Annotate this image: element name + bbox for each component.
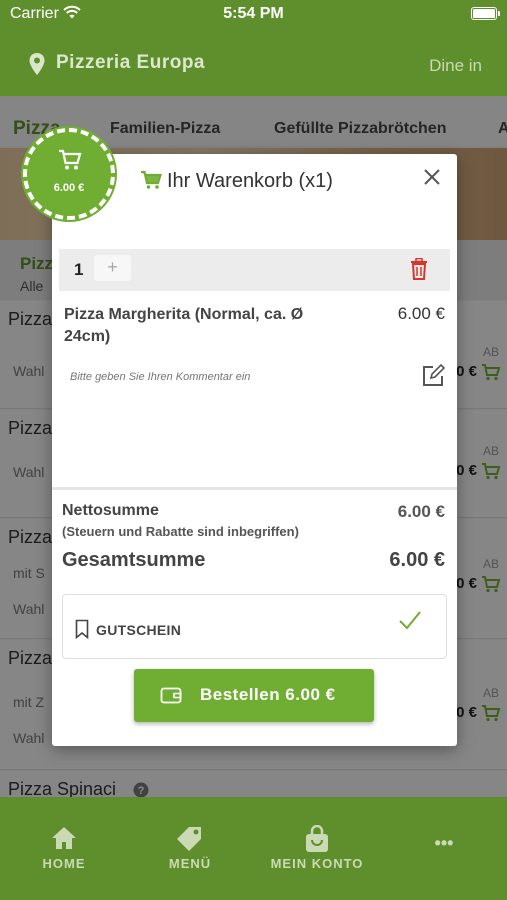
battery-icon — [471, 7, 500, 20]
increase-quantity-button[interactable]: + — [94, 255, 131, 281]
close-icon[interactable] — [421, 166, 443, 188]
edit-icon[interactable] — [421, 364, 445, 388]
app-header: Pizzeria Europa Dine in — [0, 30, 507, 96]
check-icon[interactable] — [398, 609, 422, 631]
bookmark-icon — [75, 619, 89, 639]
cart-item-price: 6.00 € — [397, 304, 445, 323]
cart-title: Ihr Warenkorb (x1) — [167, 170, 333, 192]
nav-account[interactable]: MEIN KONTO — [262, 797, 372, 900]
grand-total-value: 6.00 € — [389, 549, 445, 571]
order-button-label: Bestellen 6.00 € — [200, 685, 336, 704]
nav-home-label: HOME — [42, 856, 86, 871]
net-total-value: 6.00 € — [397, 502, 445, 521]
quantity-bar: 1 + — [59, 249, 450, 291]
more-dots-icon: ••• — [434, 833, 454, 853]
delete-icon[interactable] — [410, 258, 428, 280]
status-bar: Carrier 5:54 PM — [0, 0, 507, 30]
nav-account-label: MEIN KONTO — [270, 856, 364, 871]
cart-icon — [59, 149, 82, 170]
comment-input[interactable] — [70, 371, 390, 383]
clock: 5:54 PM — [223, 5, 284, 22]
cart-item-name: Pizza Margherita (Normal, ca. Ø 24cm) — [64, 306, 304, 345]
wallet-icon — [160, 687, 182, 704]
shopping-bag-icon — [306, 825, 328, 852]
cart-badge[interactable]: 6.00 € — [23, 128, 115, 220]
nav-menu-label: MENÜ — [168, 856, 212, 871]
divider — [52, 487, 457, 490]
nav-home[interactable]: HOME — [22, 797, 106, 900]
cart-icon — [141, 170, 162, 189]
location-pin-icon[interactable] — [28, 52, 46, 76]
voucher-label: GUTSCHEIN — [96, 622, 182, 638]
tag-icon — [177, 827, 201, 851]
nav-more[interactable]: ••• — [412, 797, 476, 900]
cart-badge-price: 6.00 € — [53, 182, 85, 194]
bottom-nav: HOME MENÜ MEIN KONTO ••• — [0, 797, 507, 900]
net-total-note: (Steuern und Rabatte sind inbegriffen) — [62, 524, 299, 539]
item-quantity: 1 — [74, 260, 84, 279]
nav-menu[interactable]: MENÜ — [148, 797, 232, 900]
grand-total-label: Gesamtsumme — [62, 549, 206, 571]
store-name[interactable]: Pizzeria Europa — [56, 52, 205, 74]
home-icon — [52, 827, 76, 849]
order-button[interactable]: Bestellen 6.00 € — [134, 669, 374, 722]
net-total-label: Nettosumme — [62, 502, 159, 519]
cart-modal: Ihr Warenkorb (x1) 1 + Pizza Margherita … — [52, 154, 457, 746]
voucher-field[interactable]: GUTSCHEIN — [62, 594, 447, 659]
dine-mode-toggle[interactable]: Dine in — [429, 56, 482, 76]
